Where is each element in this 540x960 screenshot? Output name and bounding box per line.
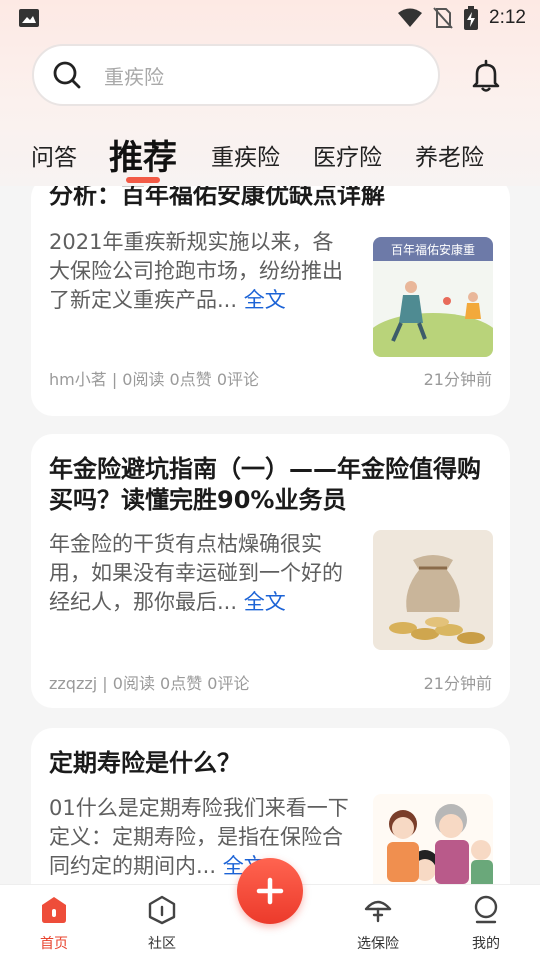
- excerpt-text: 2021年重疾新规实施以来，各大保险公司抢跑市场，纷纷推出了新定义重疾产品...: [49, 230, 343, 312]
- active-tab-indicator: [126, 177, 160, 183]
- article-feed[interactable]: 分析：百年福佑安康优缺点详解 2021年重疾新规实施以来，各大保险公司抢跑市场，…: [0, 186, 540, 884]
- nav-profile[interactable]: 我的: [446, 895, 526, 953]
- article-title[interactable]: 分析：百年福佑安康优缺点详解: [49, 186, 492, 211]
- status-time: 2:12: [489, 7, 526, 28]
- article-thumbnail[interactable]: [373, 530, 493, 650]
- article-meta: hm小茗 | 0阅读 0点赞 0评论 21分钟前: [49, 366, 492, 390]
- article-card[interactable]: 分析：百年福佑安康优缺点详解 2021年重疾新规实施以来，各大保险公司抢跑市场，…: [31, 186, 510, 416]
- tab-qa[interactable]: 问答: [31, 138, 77, 172]
- tab-critical-illness[interactable]: 重疾险: [211, 138, 280, 172]
- article-meta: zzqzzj | 0阅读 0点赞 0评论 21分钟前: [49, 670, 492, 694]
- read-more-link[interactable]: 全文: [244, 288, 286, 312]
- article-thumbnail[interactable]: [373, 794, 493, 884]
- article-excerpt[interactable]: 年金险的干货有点枯燥确很实用，如果没有幸运碰到一个好的经纪人，那你最后... 全…: [49, 530, 354, 617]
- thumb-caption: 百年福佑安康重: [391, 242, 475, 257]
- profile-icon: [474, 895, 498, 924]
- plus-icon: [256, 877, 284, 905]
- article-thumbnail[interactable]: 百年福佑安康重: [373, 237, 493, 357]
- community-icon: [148, 895, 176, 925]
- no-sim-icon: [433, 7, 453, 29]
- nav-choose-insurance-label: 选保险: [357, 936, 399, 952]
- nav-community-label: 社区: [148, 936, 176, 952]
- search-placeholder: 重疾险: [104, 64, 164, 89]
- status-bar: 2:12: [0, 0, 540, 36]
- home-icon: [42, 897, 66, 923]
- create-post-button[interactable]: [237, 858, 303, 924]
- nav-choose-insurance[interactable]: 选保险: [338, 895, 418, 953]
- article-title[interactable]: 年金险避坑指南（一）——年金险值得购买吗？读懂完胜90%业务员: [49, 454, 492, 516]
- wifi-icon: [398, 8, 423, 27]
- tab-medical[interactable]: 医疗险: [313, 138, 382, 172]
- cartoon-family-image: [373, 794, 493, 884]
- search-bar[interactable]: 重疾险: [32, 44, 440, 106]
- author-stats[interactable]: hm小茗 | 0阅读 0点赞 0评论: [49, 366, 259, 390]
- article-card[interactable]: 年金险避坑指南（一）——年金险值得购买吗？读懂完胜90%业务员 年金险的干货有点…: [31, 434, 510, 708]
- illustration-family-image: 百年福佑安康重: [373, 237, 493, 357]
- excerpt-text: 01什么是定期寿险我们来看一下定义：定期寿险，是指在保险合同约定的期间内...: [49, 796, 349, 878]
- author-stats[interactable]: zzqzzj | 0阅读 0点赞 0评论: [49, 670, 249, 694]
- nav-home-label: 首页: [40, 936, 68, 952]
- excerpt-text: 年金险的干货有点枯燥确很实用，如果没有幸运碰到一个好的经纪人，那你最后...: [49, 532, 343, 614]
- category-tabs: 问答 推荐 重疾险 医疗险 养老险: [0, 124, 540, 184]
- umbrella-icon: [364, 900, 392, 923]
- bell-icon[interactable]: [467, 57, 505, 95]
- nav-profile-label: 我的: [472, 936, 500, 952]
- read-more-link[interactable]: 全文: [244, 590, 286, 614]
- post-time: 21分钟前: [423, 674, 492, 693]
- nav-home[interactable]: 首页: [14, 895, 94, 953]
- post-time: 21分钟前: [423, 370, 492, 389]
- search-icon: [53, 61, 81, 89]
- article-excerpt[interactable]: 01什么是定期寿险我们来看一下定义：定期寿险，是指在保险合同约定的期间内... …: [49, 794, 354, 881]
- battery-charging-icon: [464, 6, 479, 30]
- article-excerpt[interactable]: 2021年重疾新规实施以来，各大保险公司抢跑市场，纷纷推出了新定义重疾产品...…: [49, 228, 354, 315]
- tab-pension[interactable]: 养老险: [415, 138, 484, 172]
- article-title[interactable]: 定期寿险是什么？: [49, 748, 492, 779]
- image-icon: [19, 9, 39, 27]
- money-bag-coins-image: [373, 530, 493, 650]
- tab-recommended[interactable]: 推荐: [109, 130, 177, 179]
- nav-community[interactable]: 社区: [122, 895, 202, 953]
